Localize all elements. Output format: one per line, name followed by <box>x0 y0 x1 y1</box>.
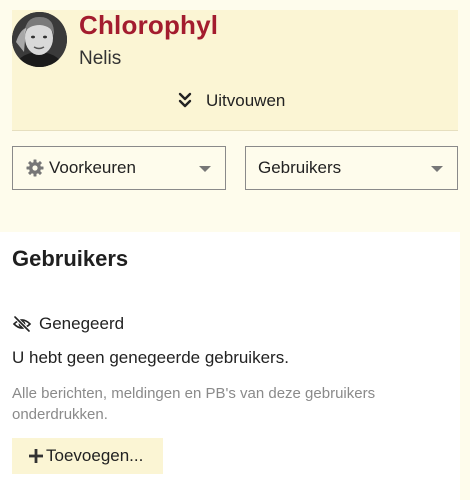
double-chevron-down-icon <box>178 92 192 110</box>
add-label: Toevoegen... <box>46 446 144 465</box>
eye-slash-icon <box>12 316 32 332</box>
users-panel: Gebruikers Genegeerd U hebt geen genegee… <box>0 232 460 500</box>
ignored-heading: Genegeerd <box>12 314 124 334</box>
user-header: Chlorophyl Nelis Uitvouwen <box>12 10 458 130</box>
preferences-label: Voorkeuren <box>49 158 136 177</box>
caret-down-icon <box>431 166 443 172</box>
expand-label: Uitvouwen <box>206 91 286 110</box>
users-dropdown[interactable]: Gebruikers <box>245 146 458 190</box>
user-title: Nelis <box>79 48 122 69</box>
gear-icon <box>26 159 44 177</box>
divider <box>12 130 458 131</box>
page-title: Gebruikers <box>12 246 129 271</box>
ignored-label: Genegeerd <box>39 314 125 333</box>
preferences-dropdown[interactable]: Voorkeuren <box>12 146 226 190</box>
helper-text: Alle berichten, meldingen en PB's van de… <box>12 385 376 423</box>
add-button[interactable]: Toevoegen... <box>12 438 163 474</box>
caret-down-icon <box>199 166 211 172</box>
empty-message: U hebt geen genegeerde gebruikers. <box>12 348 289 367</box>
avatar[interactable] <box>12 12 67 67</box>
plus-icon <box>28 448 44 464</box>
expand-button[interactable]: Uitvouwen <box>178 88 285 114</box>
avatar-image <box>12 12 67 67</box>
users-label: Gebruikers <box>258 158 342 177</box>
user-name: Chlorophyl <box>79 10 219 40</box>
